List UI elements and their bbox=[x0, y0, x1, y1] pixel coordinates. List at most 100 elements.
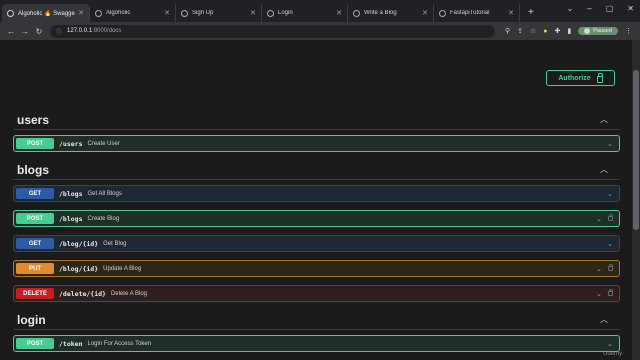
page-scrollbar[interactable] bbox=[632, 40, 640, 360]
favicon-icon bbox=[353, 9, 360, 17]
tab-fastapi-tutorial[interactable]: FastapiTutorial ✕ bbox=[434, 4, 520, 22]
operation-summary: Delete A Blog bbox=[110, 290, 147, 297]
profile-label: Paused bbox=[593, 28, 612, 34]
operation-post-users[interactable]: POST /users Create User ⌄ bbox=[13, 135, 620, 152]
tab-sign-up[interactable]: Sign Up ✕ bbox=[176, 4, 262, 22]
operation-path: /blogs bbox=[59, 214, 83, 223]
section-title-login[interactable]: login bbox=[17, 313, 46, 327]
section-divider bbox=[13, 179, 620, 180]
collapse-chevron-icon[interactable]: ︿ bbox=[600, 314, 608, 325]
swagger-page: Authorize users ︿ POST /users Create Use… bbox=[0, 40, 632, 360]
chevron-down-icon[interactable]: ⌄ bbox=[596, 215, 602, 223]
close-tab-icon[interactable]: ✕ bbox=[78, 9, 84, 17]
share-icon[interactable]: ⇪ bbox=[517, 27, 523, 35]
operation-summary: Create User bbox=[87, 140, 120, 147]
tab-title: Write a Blog bbox=[364, 10, 397, 16]
chevron-down-icon[interactable]: ⌄ bbox=[607, 140, 613, 148]
operation-summary: Create Blog bbox=[87, 215, 120, 222]
operation-put-blog-id[interactable]: PUT /blog/{id} Update A Blog ⌄ bbox=[13, 260, 620, 277]
new-tab-icon[interactable]: + bbox=[528, 4, 534, 22]
operation-post-blogs[interactable]: POST /blogs Create Blog ⌄ bbox=[13, 210, 620, 227]
chevron-down-icon[interactable]: ⌄ bbox=[607, 340, 613, 348]
method-badge: POST bbox=[16, 138, 54, 149]
tab-swagger-ui[interactable]: Algoholic 🔥 Swagger UI ✕ bbox=[2, 4, 90, 22]
favicon-icon bbox=[7, 9, 14, 17]
lock-icon[interactable] bbox=[608, 214, 613, 221]
method-badge: POST bbox=[16, 338, 54, 349]
chevron-down-icon[interactable]: ⌄ bbox=[607, 190, 613, 198]
zoom-icon[interactable]: ⚲ bbox=[505, 27, 510, 35]
section-title-users[interactable]: users bbox=[17, 113, 49, 127]
authorize-label: Authorize bbox=[558, 74, 591, 82]
tab-write-a-blog[interactable]: Write a Blog ✕ bbox=[348, 4, 434, 22]
window-controls: ⌄ – ▢ ✕ bbox=[567, 4, 634, 13]
minimize-icon[interactable]: – bbox=[587, 4, 591, 13]
browser-tab-bar: Algoholic 🔥 Swagger UI ✕ Algoholic ✕ Sig… bbox=[0, 0, 640, 22]
tab-title: Sign Up bbox=[192, 10, 214, 16]
tab-title: Algoholic bbox=[106, 10, 131, 16]
lock-icon[interactable] bbox=[608, 289, 613, 296]
tab-algoholic[interactable]: Algoholic ✕ bbox=[90, 4, 176, 22]
close-window-icon[interactable]: ✕ bbox=[627, 4, 634, 13]
operation-path: /delete/{id} bbox=[59, 289, 106, 298]
close-tab-icon[interactable]: ✕ bbox=[336, 9, 342, 17]
close-tab-icon[interactable]: ✕ bbox=[508, 9, 514, 17]
menu-kebab-icon[interactable]: ⋮ bbox=[625, 27, 632, 35]
bookmark-star-icon[interactable]: ☆ bbox=[530, 27, 536, 35]
section-title-blogs[interactable]: blogs bbox=[17, 163, 49, 177]
tab-title: FastapiTutorial bbox=[450, 10, 490, 16]
tab-login[interactable]: Login ✕ bbox=[262, 4, 348, 22]
maximize-icon[interactable]: ▢ bbox=[606, 4, 614, 13]
operation-path: /blogs bbox=[59, 189, 83, 198]
method-badge: DELETE bbox=[16, 288, 54, 299]
method-badge: PUT bbox=[16, 263, 54, 274]
chevron-down-icon[interactable]: ⌄ bbox=[596, 265, 602, 273]
back-icon[interactable]: ← bbox=[4, 27, 18, 36]
operation-summary: Get All Blogs bbox=[87, 190, 122, 197]
close-tab-icon[interactable]: ✕ bbox=[250, 9, 256, 17]
operation-get-blogs[interactable]: GET /blogs Get All Blogs ⌄ bbox=[13, 185, 620, 202]
sidebar-icon[interactable]: ▮ bbox=[567, 27, 571, 35]
operation-get-blog-id[interactable]: GET /blog/{id} Get Blog ⌄ bbox=[13, 235, 620, 252]
tab-title: Algoholic 🔥 Swagger UI bbox=[18, 10, 76, 17]
tab-title: Login bbox=[278, 10, 293, 16]
method-badge: GET bbox=[16, 238, 54, 249]
operation-path: /blog/{id} bbox=[59, 239, 99, 248]
favicon-icon bbox=[267, 9, 274, 17]
section-divider bbox=[13, 129, 620, 130]
address-bar-row: ← → ↻ ⓘ 127.0.0.1:8000/docs ⚲ ⇪ ☆ ● ✚ ▮ … bbox=[0, 22, 640, 40]
close-tab-icon[interactable]: ✕ bbox=[164, 9, 170, 17]
section-divider bbox=[13, 329, 620, 330]
favicon-icon bbox=[181, 9, 188, 17]
url-field[interactable]: ⓘ 127.0.0.1:8000/docs bbox=[50, 24, 495, 38]
lock-icon[interactable] bbox=[608, 264, 613, 271]
operation-summary: Login For Access Token bbox=[87, 340, 152, 347]
close-tab-icon[interactable]: ✕ bbox=[422, 9, 428, 17]
reload-icon[interactable]: ↻ bbox=[32, 27, 46, 36]
extensions-puzzle-icon[interactable]: ✚ bbox=[555, 27, 561, 35]
site-info-icon[interactable]: ⓘ bbox=[56, 27, 62, 36]
profile-button[interactable]: Paused bbox=[578, 27, 618, 35]
extension-moon-icon[interactable]: ● bbox=[543, 28, 547, 35]
lock-icon bbox=[596, 72, 603, 83]
favicon-icon bbox=[95, 9, 102, 17]
operation-delete-blog-id[interactable]: DELETE /delete/{id} Delete A Blog ⌄ bbox=[13, 285, 620, 302]
operation-summary: Get Blog bbox=[103, 240, 127, 247]
forward-icon[interactable]: → bbox=[18, 27, 32, 36]
udemy-watermark: Udemy bbox=[602, 351, 622, 357]
collapse-chevron-icon[interactable]: ︿ bbox=[600, 164, 608, 175]
chevron-down-icon[interactable]: ⌄ bbox=[607, 240, 613, 248]
avatar bbox=[584, 28, 591, 34]
authorize-button[interactable]: Authorize bbox=[546, 70, 615, 86]
url-host: 127.0.0.1 bbox=[67, 28, 93, 34]
operation-path: /users bbox=[59, 139, 83, 148]
method-badge: GET bbox=[16, 188, 54, 199]
chevron-down-icon[interactable]: ⌄ bbox=[596, 290, 602, 298]
url-path: :8000/docs bbox=[92, 28, 122, 34]
browser-toolbar: ⚲ ⇪ ☆ ● ✚ ▮ Paused ⋮ bbox=[505, 27, 632, 35]
tab-search-icon[interactable]: ⌄ bbox=[567, 4, 574, 13]
scrollbar-thumb[interactable] bbox=[633, 70, 639, 230]
operation-post-token[interactable]: POST /token Login For Access Token ⌄ bbox=[13, 335, 620, 352]
collapse-chevron-icon[interactable]: ︿ bbox=[600, 114, 608, 125]
operation-path: /blog/{id} bbox=[59, 264, 99, 273]
